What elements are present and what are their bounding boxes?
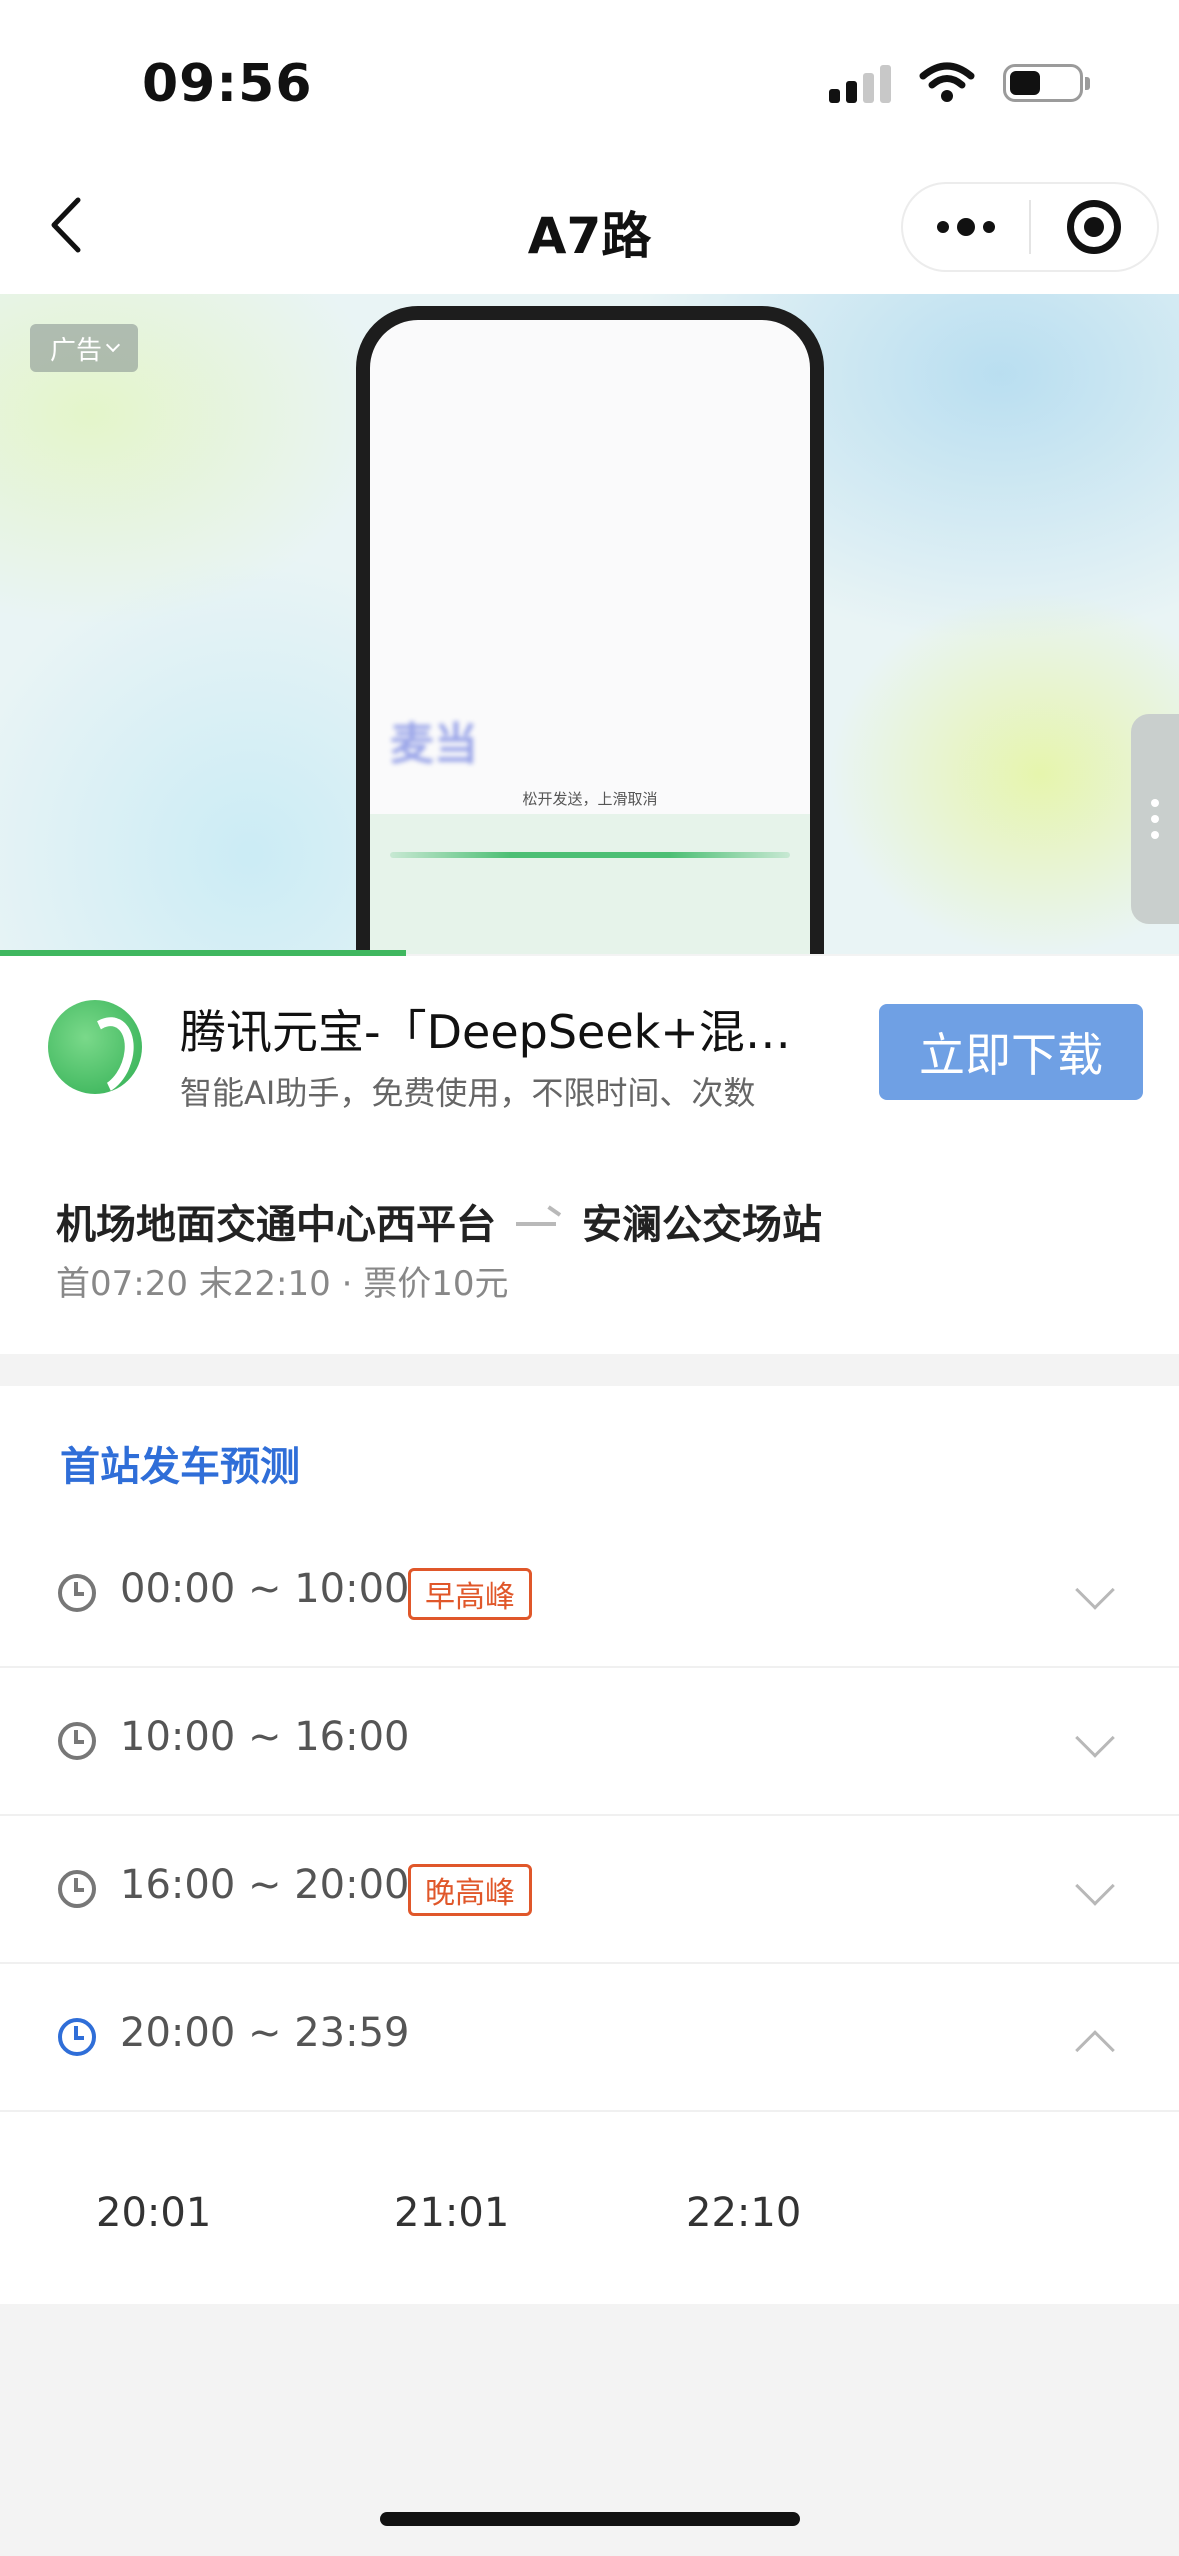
cellular-signal-icon <box>829 63 891 103</box>
departure-times: 20:01 21:01 22:10 <box>0 2140 1179 2304</box>
target-icon <box>1067 200 1121 254</box>
chevron-up-icon <box>1075 2030 1115 2070</box>
download-button[interactable]: 立即下载 <box>879 1004 1143 1100</box>
ad-banner[interactable]: 广告 麦当 松开发送，上滑取消 <box>0 294 1179 954</box>
clock-icon <box>58 1870 96 1908</box>
phone-voice-area <box>370 814 810 954</box>
chevron-down-icon <box>105 337 121 353</box>
side-handle[interactable] <box>1131 714 1179 924</box>
route-meta: 首07:20 末22:10 · 票价10元 <box>56 1264 509 1304</box>
status-bar: 09:56 <box>0 0 1179 160</box>
ad-phone-mockup: 麦当 松开发送，上滑取消 <box>356 306 824 954</box>
departure-time: 22:10 <box>686 2190 802 2236</box>
clock-icon <box>58 2018 96 2056</box>
route-info: 机场地面交通中心西平台 安澜公交场站 首07:20 末22:10 · 票价10元 <box>0 1140 1179 1354</box>
clock-icon <box>58 1722 96 1760</box>
time-slot[interactable]: 00:00 ~ 10:00 早高峰 <box>0 1520 1179 1668</box>
nav-bar: A7路 <box>0 160 1179 294</box>
time-slot[interactable]: 16:00 ~ 20:00 晚高峰 <box>0 1816 1179 1964</box>
voice-wave <box>390 852 790 858</box>
more-button[interactable] <box>903 184 1029 270</box>
app-title: 腾讯元宝-「DeepSeek+混元」双模型 <box>180 1005 820 1059</box>
time-slot-expanded[interactable]: 20:00 ~ 23:59 <box>0 1964 1179 2112</box>
departure-time: 20:01 <box>96 2190 212 2236</box>
route-to: 安澜公交场站 <box>582 1202 822 1248</box>
ad-label-text: 广告 <box>49 335 102 366</box>
arrow-right-icon <box>516 1211 562 1231</box>
time-slot-range: 16:00 ~ 20:00 <box>120 1862 410 1908</box>
close-mini-program-button[interactable] <box>1031 184 1157 270</box>
home-indicator[interactable] <box>380 2512 800 2526</box>
more-dots-icon <box>937 218 995 236</box>
mini-program-capsule <box>901 182 1159 272</box>
peak-badge: 晚高峰 <box>408 1864 532 1916</box>
time-slot-range: 00:00 ~ 10:00 <box>120 1566 410 1612</box>
clock-icon <box>58 1574 96 1612</box>
phone-hint: 松开发送，上滑取消 <box>522 790 658 808</box>
chevron-down-icon <box>1075 1718 1115 1758</box>
ad-label[interactable]: 广告 <box>30 324 138 372</box>
battery-icon <box>1003 64 1090 102</box>
route-line: 机场地面交通中心西平台 安澜公交场站 <box>56 1192 822 1250</box>
time-slot-range: 20:00 ~ 23:59 <box>120 2010 410 2056</box>
section-title: 首站发车预测 <box>60 1444 300 1490</box>
departure-prediction: 首站发车预测 00:00 ~ 10:00 早高峰 10:00 ~ 16:00 1… <box>0 1386 1179 2304</box>
status-icons <box>829 62 1090 104</box>
chevron-down-icon <box>1075 1570 1115 1610</box>
phone-blur-text: 麦当 <box>390 719 478 770</box>
time-slot[interactable]: 10:00 ~ 16:00 <box>0 1668 1179 1816</box>
departure-time: 21:01 <box>394 2190 510 2236</box>
app-description: 智能AI助手，免费使用，不限时间、次数 <box>180 1074 756 1112</box>
app-download-card[interactable]: 腾讯元宝-「DeepSeek+混元」双模型 智能AI助手，免费使用，不限时间、次… <box>0 956 1179 1140</box>
route-from: 机场地面交通中心西平台 <box>56 1202 496 1248</box>
wifi-icon <box>919 62 975 102</box>
status-time: 09:56 <box>142 54 313 114</box>
app-logo <box>48 1000 142 1094</box>
time-slot-range: 10:00 ~ 16:00 <box>120 1714 410 1760</box>
peak-badge: 早高峰 <box>408 1568 532 1620</box>
chevron-down-icon <box>1075 1866 1115 1906</box>
